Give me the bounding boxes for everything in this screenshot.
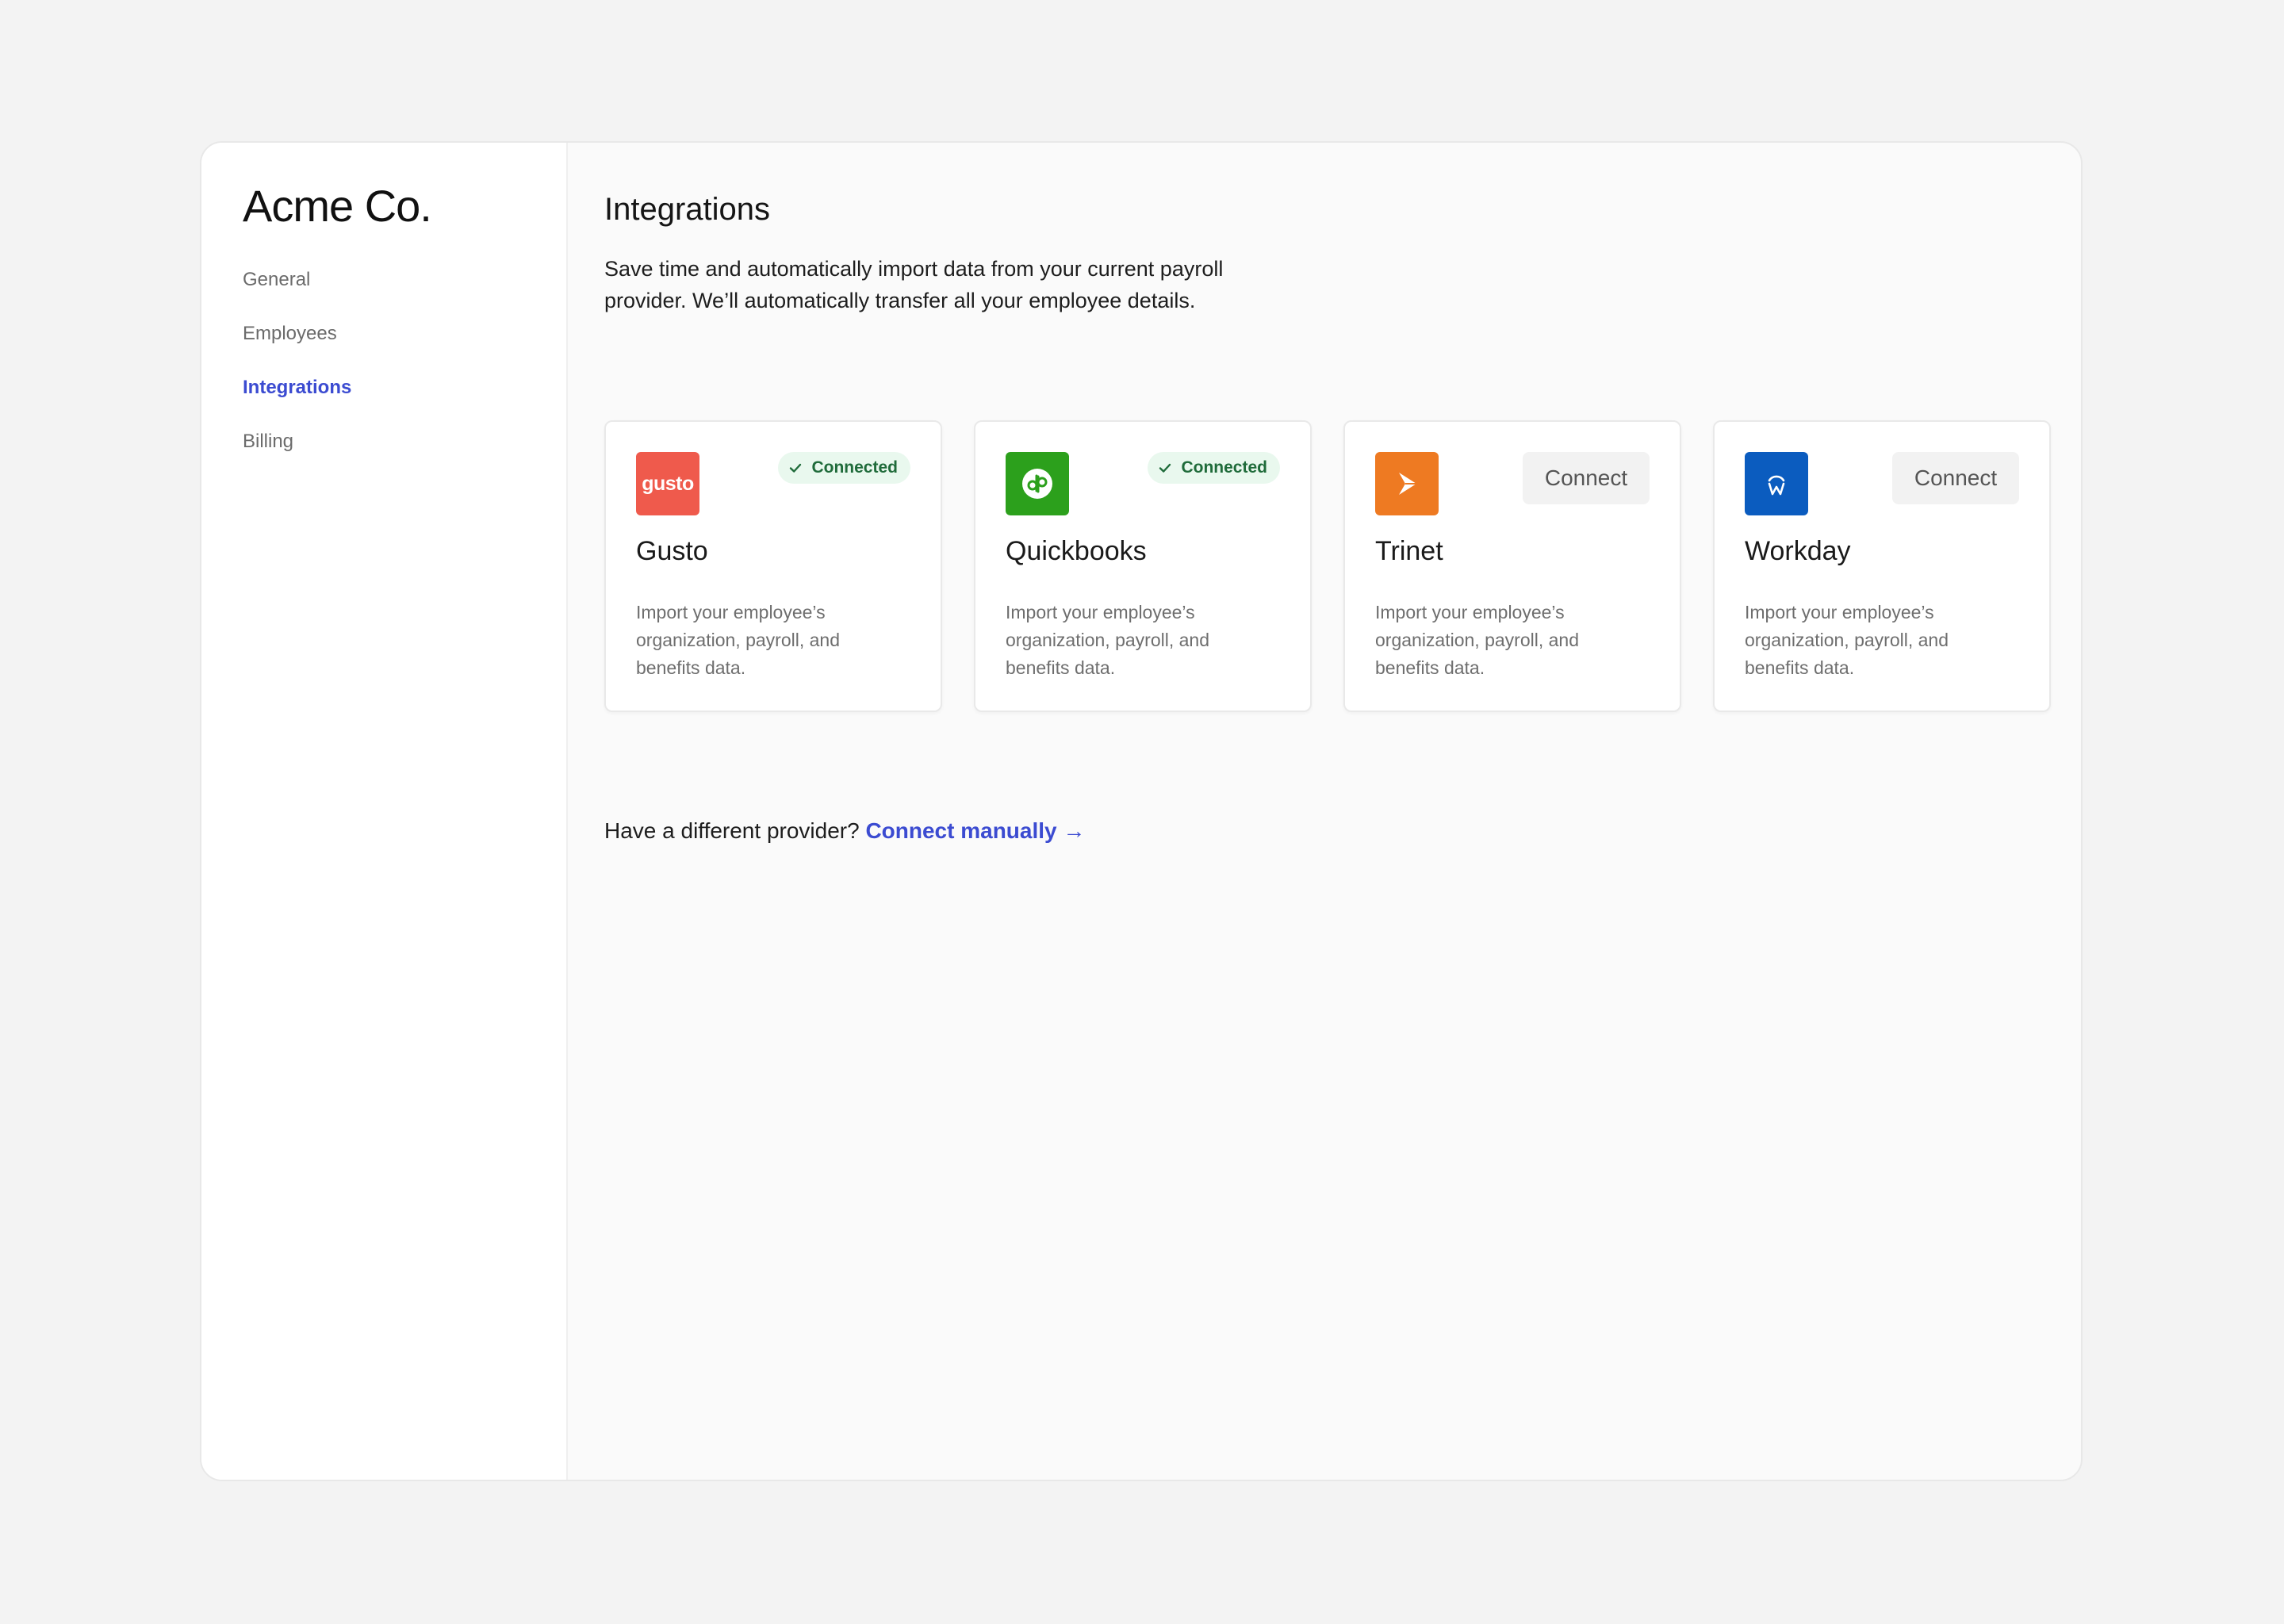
connect-button-trinet[interactable]: Connect (1523, 452, 1650, 504)
different-provider-line: Have a different provider? Connect manua… (604, 818, 1085, 844)
card-title: Trinet (1375, 536, 1443, 566)
sidebar-item-integrations[interactable]: Integrations (243, 376, 566, 400)
brand-name: Acme Co. (243, 181, 432, 231)
check-icon (790, 463, 802, 473)
card-description: Import your employee’s organization, pay… (1006, 602, 1209, 678)
card-title: Gusto (636, 536, 708, 566)
sidebar-item-billing[interactable]: Billing (243, 430, 566, 454)
card-title: Workday (1745, 536, 1851, 566)
page-description: Save time and automatically import data … (604, 257, 1224, 312)
connect-manually-link[interactable]: Connect manually → (865, 818, 1085, 843)
integration-card-trinet: Connect Trinet Import your employee’s or… (1343, 420, 1681, 712)
main-content: Integrations Save time and automatically… (568, 143, 2081, 1480)
page-title: Integrations (604, 192, 771, 227)
different-provider-prompt: Have a different provider? (604, 818, 860, 843)
connected-badge: Connected (1148, 452, 1280, 484)
app-window: Acme Co. General Employees Integrations … (200, 141, 2083, 1481)
connected-badge: Connected (778, 452, 910, 484)
card-description: Import your employee’s organization, pay… (636, 602, 840, 678)
integration-card-gusto: gusto Connected Gusto Import your employ… (604, 420, 942, 712)
check-icon (1159, 463, 1171, 473)
integration-card-workday: Connect Workday Import your employee’s o… (1713, 420, 2051, 712)
sidebar-item-general[interactable]: General (243, 268, 566, 292)
sidebar-item-employees[interactable]: Employees (243, 322, 566, 346)
card-title: Quickbooks (1006, 536, 1147, 566)
workday-logo-icon (1745, 452, 1808, 515)
integration-card-quickbooks: Connected Quickbooks Import your employe… (974, 420, 1312, 712)
sidebar-nav: General Employees Integrations Billing (243, 268, 566, 454)
trinet-logo-icon (1375, 452, 1439, 515)
integration-cards: gusto Connected Gusto Import your employ… (604, 420, 2051, 712)
sidebar: Acme Co. General Employees Integrations … (201, 143, 568, 1480)
card-description: Import your employee’s organization, pay… (1745, 602, 1949, 678)
connect-button-workday[interactable]: Connect (1892, 452, 2019, 504)
gusto-logo-icon: gusto (636, 452, 699, 515)
quickbooks-logo-icon (1006, 452, 1069, 515)
connected-badge-label: Connected (1181, 458, 1267, 477)
connected-badge-label: Connected (811, 458, 898, 477)
card-description: Import your employee’s organization, pay… (1375, 602, 1579, 678)
